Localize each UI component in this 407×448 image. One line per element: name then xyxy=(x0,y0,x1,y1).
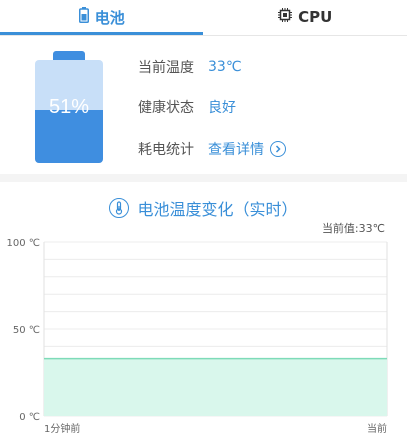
section-divider xyxy=(0,174,407,182)
view-details-link[interactable]: 查看详情 xyxy=(208,139,286,159)
temperature-chart-section: 电池温度变化（实时） 当前值:33℃ 0 ℃ 50 ℃ 100 ℃ 1分钟前 当前 xyxy=(0,182,407,448)
chart-title: 电池温度变化（实时） xyxy=(0,196,407,220)
y-axis-ticks: 0 ℃ 50 ℃ 100 ℃ xyxy=(7,238,41,423)
chart-area-layer xyxy=(44,357,387,416)
health-row: 健康状态 良好 xyxy=(138,97,236,117)
x-tick-label: 当前 xyxy=(367,422,387,435)
battery-body: 51% xyxy=(35,60,103,163)
health-label: 健康状态 xyxy=(138,100,194,116)
chevron-right-icon xyxy=(270,141,286,157)
tab-battery-label: 电池 xyxy=(94,8,125,27)
y-tick-label: 0 ℃ xyxy=(19,412,40,423)
x-axis-ticks: 1分钟前 当前 xyxy=(44,422,387,435)
current-temp-row: 当前温度 33℃ xyxy=(138,57,242,77)
thermometer-icon xyxy=(109,198,130,218)
y-tick-label: 50 ℃ xyxy=(13,325,40,336)
battery-level-graphic: 51% xyxy=(35,51,103,163)
x-tick-label: 1分钟前 xyxy=(44,422,80,435)
power-stats-label: 耗电统计 xyxy=(138,142,194,158)
battery-summary: 51% 当前温度 33℃ 健康状态 良好 耗电统计 查看详情 xyxy=(0,36,407,174)
temperature-area xyxy=(44,358,387,416)
current-temp-label: 当前温度 xyxy=(138,60,194,76)
view-details-label: 查看详情 xyxy=(208,142,264,158)
tab-cpu-label: CPU xyxy=(298,8,333,26)
y-tick-label: 100 ℃ xyxy=(7,238,41,249)
tab-battery[interactable]: 电池 xyxy=(0,0,204,34)
tab-bar: 电池 CPU xyxy=(0,0,407,35)
battery-percent: 51% xyxy=(48,96,90,118)
current-temp-value: 33℃ xyxy=(208,59,242,75)
battery-icon xyxy=(78,7,89,27)
power-stats-row: 耗电统计 查看详情 xyxy=(138,139,286,159)
chart-title-text: 电池温度变化（实时） xyxy=(137,200,298,219)
tab-cpu[interactable]: CPU xyxy=(204,0,407,34)
health-value: 良好 xyxy=(208,100,236,116)
cpu-chip-icon xyxy=(278,8,293,26)
temperature-chart: 0 ℃ 50 ℃ 100 ℃ 1分钟前 当前 xyxy=(7,238,388,435)
battery-cap xyxy=(53,51,85,60)
